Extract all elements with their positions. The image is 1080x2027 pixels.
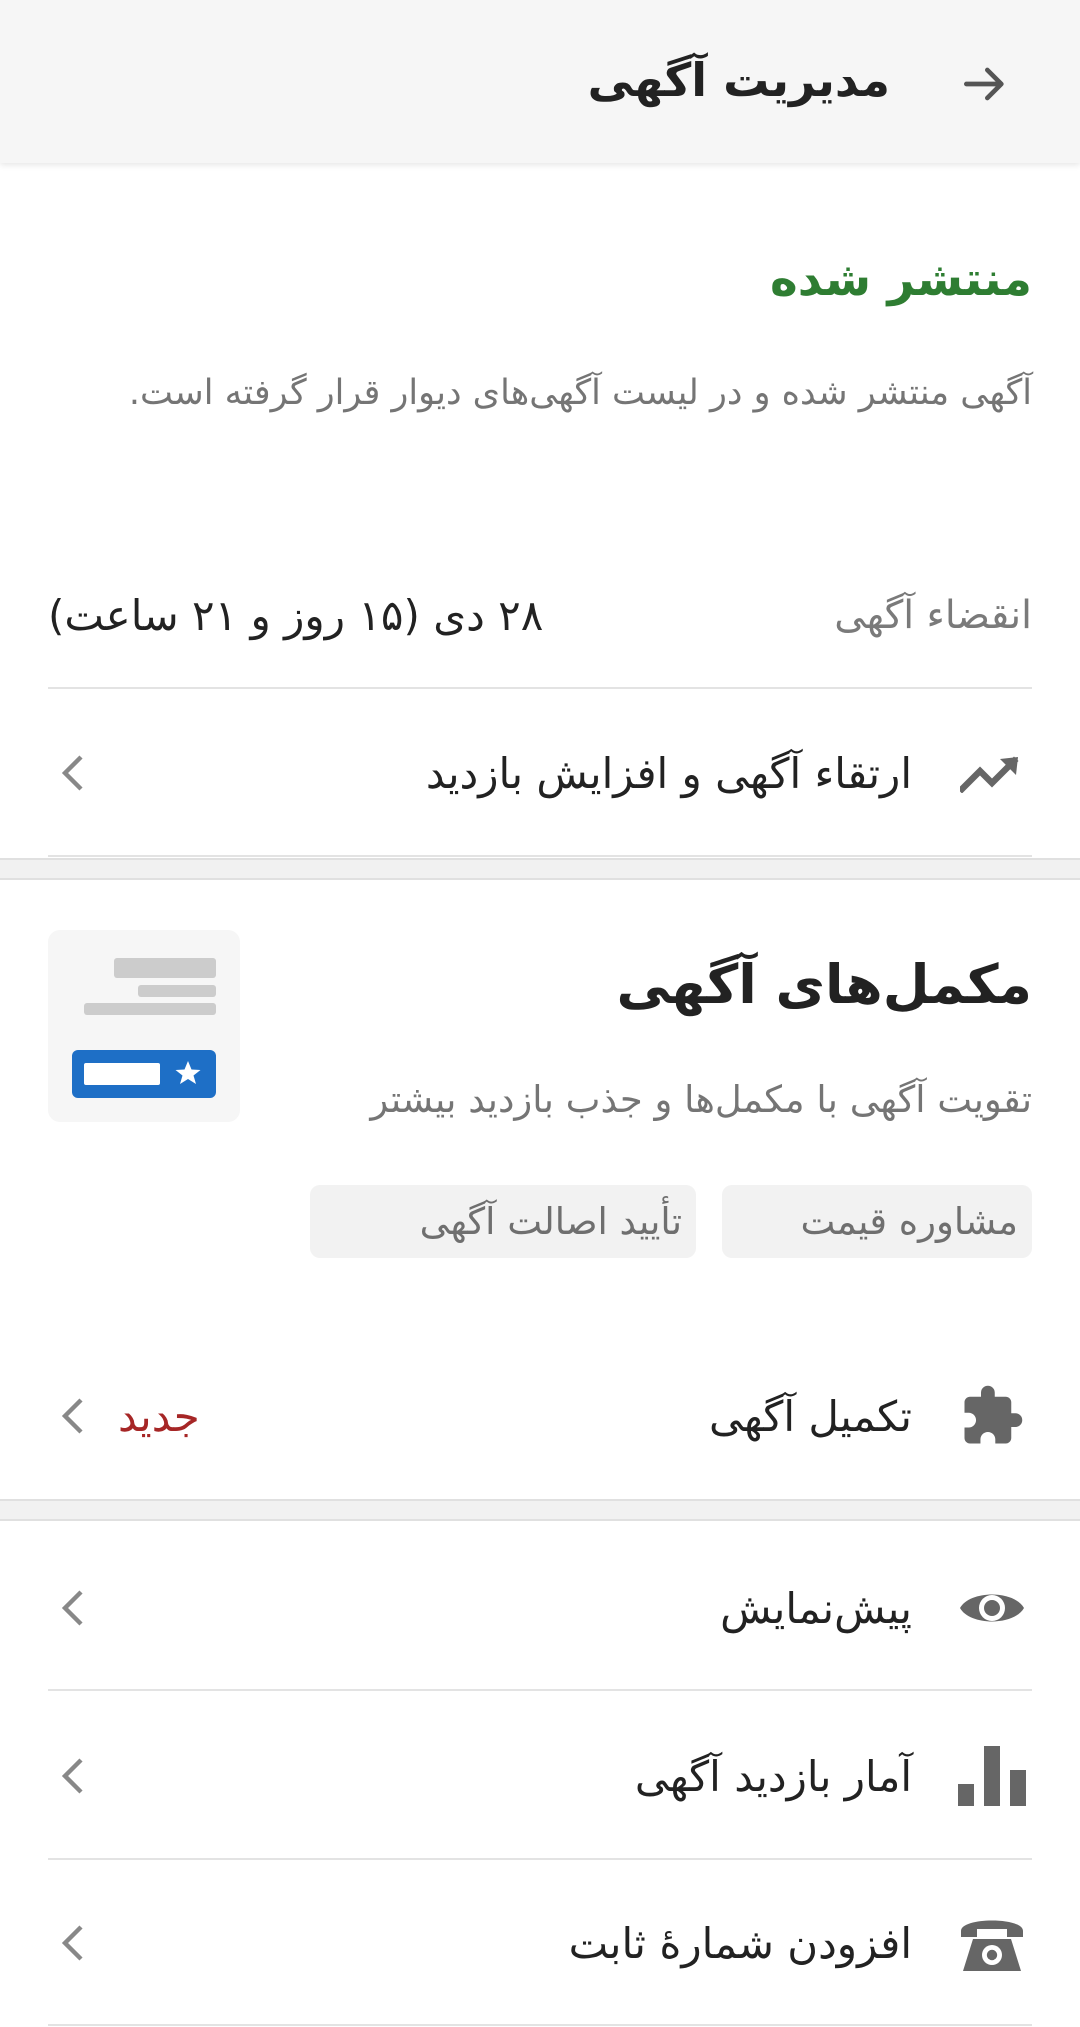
addons-title: مکمل‌های آگهی (616, 953, 1032, 1016)
new-badge: جدید (118, 1391, 200, 1441)
section-separator (0, 1499, 1080, 1521)
bar-chart-icon (952, 1736, 1032, 1816)
divider (48, 2024, 1032, 2026)
complete-ad-row[interactable]: تکمیل آگهی جدید (48, 1366, 1032, 1466)
section-separator (0, 858, 1080, 880)
chevron-left-icon (48, 1583, 98, 1633)
chevron-left-icon (48, 748, 98, 798)
addon-chip-price-consult[interactable]: مشاوره قیمت (722, 1185, 1032, 1258)
puzzle-icon (952, 1376, 1032, 1456)
menu-item-label: پیش‌نمایش (720, 1583, 912, 1633)
app-bar: مدیریت آگهی (0, 0, 1080, 163)
status-title: منتشر شده (769, 252, 1032, 307)
menu-item-add-landline[interactable]: افزودن شمارهٔ ثابت (48, 1893, 1032, 1993)
eye-icon (952, 1568, 1032, 1648)
back-button[interactable] (945, 44, 1025, 124)
promote-ad-label: ارتقاء آگهی و افزایش بازدید (425, 748, 912, 798)
chevron-left-icon (48, 1918, 98, 1968)
expiry-label: انقضاء آگهی (834, 592, 1032, 638)
addons-illustration (48, 930, 240, 1122)
expiry-value: ۲۸ دی (۱۵ روز و ۲۱ ساعت) (48, 590, 544, 640)
expiry-row: انقضاء آگهی ۲۸ دی (۱۵ روز و ۲۱ ساعت) (48, 575, 1032, 655)
divider (48, 1689, 1032, 1691)
promote-ad-row[interactable]: ارتقاء آگهی و افزایش بازدید (48, 723, 1032, 823)
chevron-left-icon (48, 1391, 98, 1441)
addons-description: تقویت آگهی با مکمل‌ها و جذب بازدید بیشتر (370, 1078, 1032, 1121)
divider (48, 855, 1032, 857)
divider (48, 687, 1032, 689)
page-title: مدیریت آگهی (587, 53, 890, 107)
menu-item-preview[interactable]: پیش‌نمایش (48, 1558, 1032, 1658)
status-description: آگهی منتشر شده و در لیست آگهی‌های دیوار … (128, 373, 1032, 413)
complete-ad-label: تکمیل آگهی (708, 1391, 912, 1441)
trending-up-icon (952, 733, 1032, 813)
arrow-right-icon (964, 67, 1004, 101)
divider (48, 1858, 1032, 1860)
menu-item-label: افزودن شمارهٔ ثابت (568, 1918, 912, 1968)
chevron-left-icon (48, 1751, 98, 1801)
menu-item-label: آمار بازدید آگهی (634, 1751, 912, 1801)
telephone-icon (952, 1903, 1032, 1983)
menu-item-stats[interactable]: آمار بازدید آگهی (48, 1726, 1032, 1826)
addon-chip-authenticity[interactable]: تأیید اصالت آگهی (310, 1185, 696, 1258)
